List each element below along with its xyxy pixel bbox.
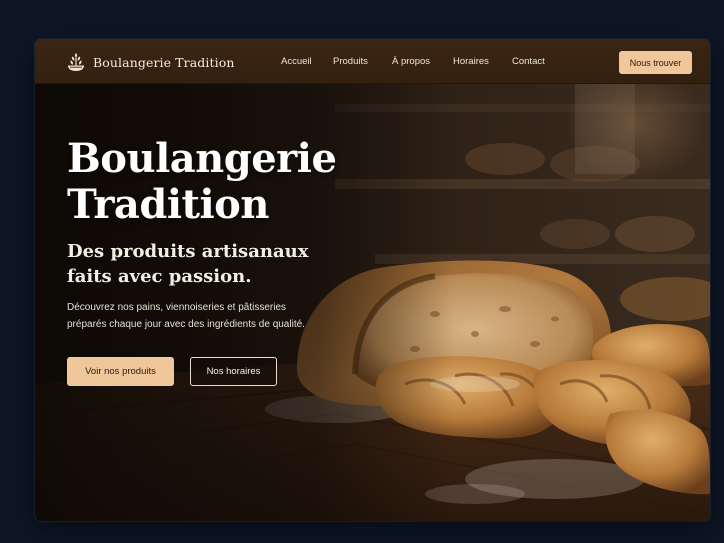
hero-subtitle-line-1: Des produits artisanaux <box>67 241 309 262</box>
nav-link-horaires[interactable]: Horaires <box>453 56 489 67</box>
hero-description-line-2: préparés chaque jour avec des ingrédient… <box>67 319 305 330</box>
opening-hours-button[interactable]: Nos horaires <box>190 357 277 386</box>
find-us-button[interactable]: Nous trouver <box>619 51 692 74</box>
hero-title-line-2: Tradition <box>67 181 269 228</box>
hero-title: Boulangerie Tradition <box>67 135 337 228</box>
view-products-button[interactable]: Voir nos produits <box>67 357 174 386</box>
nav-link-a-propos[interactable]: À propos <box>392 56 430 67</box>
hero-description: Découvrez nos pains, viennoiseries et pâ… <box>67 299 305 333</box>
nav-link-contact[interactable]: Contact <box>512 56 545 67</box>
hero-subtitle: Des produits artisanaux faits avec passi… <box>67 239 308 289</box>
hero-section: Boulangerie Tradition Des produits artis… <box>35 84 710 521</box>
nav-link-produits[interactable]: Produits <box>333 56 368 67</box>
navbar: Boulangerie Tradition Accueil Produits À… <box>35 39 710 84</box>
hero-description-line-1: Découvrez nos pains, viennoiseries et pâ… <box>67 302 286 313</box>
site-window: Boulangerie Tradition Accueil Produits À… <box>35 39 710 521</box>
hero-title-line-1: Boulangerie <box>67 135 337 182</box>
hero-subtitle-line-2: faits avec passion. <box>67 266 252 287</box>
main-nav: Accueil Produits À propos Horaires Conta… <box>35 39 710 84</box>
nav-link-accueil[interactable]: Accueil <box>281 56 312 67</box>
